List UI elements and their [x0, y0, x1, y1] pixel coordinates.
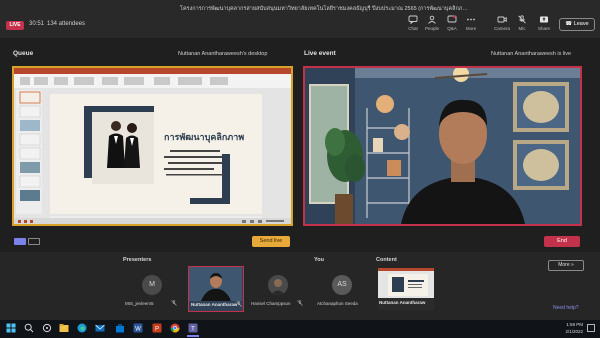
- presenter-thumbnail: [189, 267, 242, 301]
- you-label: You: [314, 257, 324, 263]
- svg-text:P: P: [155, 327, 159, 333]
- queue-owner: Nuttanan Anantharaweesh's desktop: [178, 51, 268, 57]
- search-icon[interactable]: [24, 323, 34, 333]
- avatar[interactable]: M: [142, 275, 162, 295]
- attendee-count: 134 attendees: [47, 21, 86, 27]
- presenter-name: Hansel Champpson: [251, 301, 291, 306]
- content-tile[interactable]: Nuttanan Anantharaw: [378, 268, 434, 310]
- edge-icon[interactable]: [77, 323, 87, 333]
- word-icon[interactable]: W: [133, 323, 143, 333]
- mic-icon: [518, 15, 526, 24]
- share-button[interactable]: Share: [533, 15, 555, 31]
- live-owner: Nuttanan Anantharaweesh is live: [491, 51, 572, 57]
- content-label: Content: [376, 257, 397, 263]
- live-event-label: Live event: [304, 50, 336, 57]
- notification-icon[interactable]: [587, 324, 595, 333]
- leave-icon: ☎: [565, 21, 574, 27]
- event-timer: 30:51: [29, 21, 45, 27]
- layout-single-button[interactable]: [14, 238, 26, 245]
- presenter-name: Nuttanan Anantharaw: [191, 302, 238, 307]
- more-button[interactable]: More: [460, 15, 482, 31]
- layout-split-button[interactable]: [28, 238, 40, 245]
- people-button[interactable]: People: [421, 15, 443, 31]
- windows-start-icon[interactable]: [6, 323, 16, 333]
- meeting-title: โครงการการพัฒนาบุคลากรสายสนับสนุนมหาวิทย…: [180, 6, 470, 12]
- share-icon: [540, 16, 548, 23]
- svg-text:T: T: [191, 327, 195, 333]
- leave-button[interactable]: ☎ Leave: [559, 18, 595, 31]
- slide-title: การพัฒนาบุคลิกภาพ: [164, 132, 244, 143]
- system-clock[interactable]: 1:59 PM 2/1/2022: [557, 321, 583, 335]
- camera-icon: [497, 16, 507, 23]
- more-icon: [467, 18, 475, 21]
- mic-button[interactable]: Mic: [511, 15, 533, 31]
- more-participants-button[interactable]: More »: [548, 260, 584, 271]
- send-live-button[interactable]: Send live: [252, 236, 290, 247]
- mic-off-icon: [236, 301, 242, 307]
- presenter-name: MIS_jevleem5: [125, 301, 154, 306]
- avatar[interactable]: [268, 275, 288, 295]
- file-explorer-icon[interactable]: [59, 323, 69, 333]
- live-camera-feed: [305, 68, 580, 224]
- svg-text:W: W: [135, 327, 141, 333]
- mic-off-icon: [297, 300, 303, 306]
- queue-label: Queue: [13, 50, 34, 57]
- active-app-indicator: [187, 335, 199, 337]
- powerpoint-icon[interactable]: P: [152, 323, 162, 333]
- content-thumbnail: [378, 268, 434, 298]
- content-name: Nuttanan Anantharaw: [379, 300, 426, 305]
- mail-icon[interactable]: [95, 323, 105, 333]
- camera-button[interactable]: Camera: [491, 15, 513, 31]
- presenters-label: Presenters: [123, 257, 152, 263]
- powerpoint-desktop-screenshot: การพัฒนาบุคลิกภาพ: [14, 68, 291, 224]
- chat-icon: [408, 15, 418, 24]
- end-button[interactable]: End: [544, 236, 580, 247]
- mic-off-icon: [171, 300, 177, 306]
- teams-icon[interactable]: T: [188, 323, 198, 333]
- avatar-photo: [268, 275, 288, 295]
- live-badge: LIVE: [6, 21, 24, 30]
- people-icon: [428, 15, 436, 24]
- live-preview: [303, 66, 582, 226]
- windows-taskbar: [0, 320, 600, 338]
- task-view-icon[interactable]: [42, 323, 52, 333]
- participants-strip: [0, 252, 600, 320]
- chrome-icon[interactable]: [170, 323, 180, 333]
- store-icon[interactable]: [115, 323, 125, 333]
- avatar[interactable]: AS: [332, 275, 352, 295]
- you-name: Atchanaphon Seeda: [317, 301, 358, 306]
- queue-preview[interactable]: การพัฒนาบุคลิกภาพ: [12, 66, 293, 226]
- need-help-link[interactable]: Need help?: [553, 305, 579, 311]
- qa-icon: [447, 15, 457, 23]
